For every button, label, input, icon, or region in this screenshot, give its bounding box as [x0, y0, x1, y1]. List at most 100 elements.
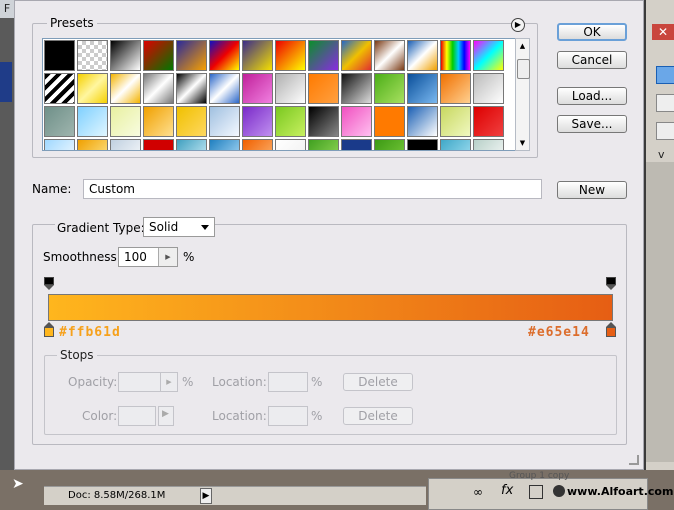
link-icon[interactable]: ∞	[473, 485, 483, 499]
opacity-stop-icon	[44, 277, 54, 285]
preset-swatch[interactable]	[407, 40, 438, 71]
opacity-slider-arrow-icon[interactable]: ▶	[160, 373, 177, 391]
preset-swatch[interactable]	[242, 73, 273, 104]
preset-swatch[interactable]	[209, 106, 240, 137]
background-button[interactable]	[656, 66, 674, 84]
preset-swatch[interactable]	[473, 139, 504, 150]
preset-swatch[interactable]	[308, 40, 339, 71]
pointer-tool-icon[interactable]: ➤	[12, 476, 30, 494]
color-swatch-input[interactable]	[118, 406, 156, 426]
preset-swatch[interactable]	[77, 40, 108, 71]
preset-swatch[interactable]	[110, 139, 141, 150]
preset-swatch[interactable]	[44, 40, 75, 71]
fx-icon[interactable]: fx	[501, 483, 513, 498]
preset-swatch[interactable]	[440, 106, 471, 137]
gradient-preview-bar[interactable]	[48, 294, 613, 321]
new-button[interactable]: New	[557, 181, 627, 199]
preset-swatch[interactable]	[440, 40, 471, 71]
cancel-button[interactable]: Cancel	[557, 51, 627, 69]
preset-swatch[interactable]	[176, 106, 207, 137]
opacity-location-input[interactable]	[268, 372, 308, 392]
preset-swatch[interactable]	[308, 139, 339, 150]
background-button-3[interactable]	[656, 122, 674, 140]
watermark: www.Alfoart.com	[567, 485, 674, 498]
preset-swatch[interactable]	[374, 40, 405, 71]
preset-swatch[interactable]	[110, 73, 141, 104]
background-button-2[interactable]	[656, 94, 674, 112]
preset-swatch[interactable]	[407, 73, 438, 104]
preset-swatch[interactable]	[143, 73, 174, 104]
preset-swatch[interactable]	[209, 40, 240, 71]
opacity-stop-left[interactable]	[44, 277, 54, 290]
preset-swatch[interactable]	[341, 139, 372, 150]
delete-color-stop-button[interactable]: Delete	[343, 407, 413, 425]
preset-swatch[interactable]	[275, 40, 306, 71]
preset-swatch[interactable]	[275, 73, 306, 104]
smoothness-input[interactable]: 100 ▶	[118, 247, 178, 267]
ok-button[interactable]: OK	[557, 23, 627, 41]
preset-swatch[interactable]	[374, 106, 405, 137]
preset-swatch[interactable]	[374, 73, 405, 104]
scroll-thumb[interactable]	[517, 59, 530, 79]
mask-icon[interactable]	[529, 485, 543, 499]
preset-swatch[interactable]	[275, 106, 306, 137]
delete-opacity-stop-button[interactable]: Delete	[343, 373, 413, 391]
gradient-type-label: Gradient Type:	[55, 221, 147, 235]
preset-swatch[interactable]	[242, 106, 273, 137]
preset-swatch[interactable]	[44, 139, 75, 150]
preset-swatch[interactable]	[110, 106, 141, 137]
preset-swatch[interactable]	[473, 73, 504, 104]
color-stop-left[interactable]	[44, 322, 54, 338]
preset-swatch[interactable]	[440, 73, 471, 104]
preset-swatch[interactable]	[176, 73, 207, 104]
preset-swatch[interactable]	[143, 106, 174, 137]
preset-swatch[interactable]	[143, 40, 174, 71]
opacity-stop-right[interactable]	[606, 277, 616, 290]
color-stop-right[interactable]	[606, 322, 616, 338]
preset-swatch[interactable]	[242, 40, 273, 71]
preset-swatch[interactable]	[110, 40, 141, 71]
opacity-input[interactable]: ▶	[118, 372, 178, 392]
scroll-down-icon[interactable]: ▼	[516, 136, 529, 150]
color-location-input[interactable]	[268, 406, 308, 426]
close-icon[interactable]: ✕	[652, 24, 674, 40]
gradient-type-select[interactable]: Solid	[143, 217, 215, 237]
resize-grip-icon[interactable]	[629, 455, 639, 465]
preset-swatch[interactable]	[407, 106, 438, 137]
preset-swatch[interactable]	[275, 139, 306, 150]
preset-swatch[interactable]	[209, 73, 240, 104]
name-input[interactable]	[83, 179, 542, 199]
color-menu-arrow-icon[interactable]: ▶	[158, 406, 174, 426]
preset-swatch[interactable]	[143, 139, 174, 150]
presets-scrollbar[interactable]: ▲ ▼	[515, 38, 530, 151]
preset-swatch[interactable]	[44, 73, 75, 104]
load-button[interactable]: Load...	[557, 87, 627, 105]
preset-swatch[interactable]	[341, 106, 372, 137]
preset-swatch[interactable]	[44, 106, 75, 137]
preset-swatch[interactable]	[77, 106, 108, 137]
preset-swatch[interactable]	[440, 139, 471, 150]
scroll-up-icon[interactable]: ▲	[516, 39, 529, 53]
preset-swatch[interactable]	[176, 139, 207, 150]
preset-swatch[interactable]	[341, 40, 372, 71]
preset-swatch[interactable]	[77, 139, 108, 150]
preset-swatch[interactable]	[341, 73, 372, 104]
adjustment-icon[interactable]	[553, 485, 565, 497]
preset-swatch[interactable]	[473, 40, 504, 71]
preset-swatch[interactable]	[176, 40, 207, 71]
preset-swatch[interactable]	[374, 139, 405, 150]
preset-swatch[interactable]	[407, 139, 438, 150]
background-right-panel: ✕ v	[646, 0, 674, 510]
presets-menu-icon[interactable]: ▶	[511, 18, 525, 32]
preset-swatch[interactable]	[242, 139, 273, 150]
background-window-title: F	[0, 0, 14, 18]
preset-swatch[interactable]	[209, 139, 240, 150]
preset-swatch[interactable]	[473, 106, 504, 137]
preset-swatch[interactable]	[308, 106, 339, 137]
preset-swatch[interactable]	[308, 73, 339, 104]
status-menu-arrow-icon[interactable]: ▶	[200, 488, 212, 504]
presets-swatch-list	[42, 38, 516, 151]
save-button[interactable]: Save...	[557, 115, 627, 133]
smoothness-slider-arrow-icon[interactable]: ▶	[158, 248, 177, 266]
preset-swatch[interactable]	[77, 73, 108, 104]
